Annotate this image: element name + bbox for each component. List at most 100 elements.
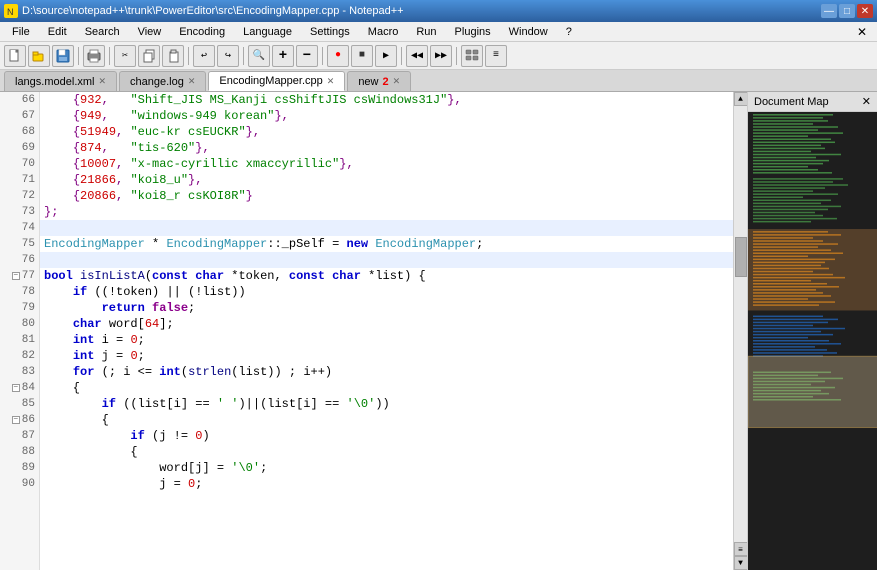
- tab-langs-model-xml[interactable]: langs.model.xml ✕: [4, 71, 117, 91]
- title-bar-buttons: — □ ✕: [821, 4, 873, 18]
- code-line-74: [40, 220, 733, 236]
- toolbar-separator-2: [109, 47, 110, 65]
- open-file-button[interactable]: [28, 45, 50, 67]
- line-numbers: 66 67 68 69 70 71 72: [0, 92, 40, 570]
- toolbar-separator-3: [188, 47, 189, 65]
- line-number-73: 73: [0, 204, 39, 220]
- macro-play-button[interactable]: ▶: [375, 45, 397, 67]
- code-line-75: EncodingMapper * EncodingMapper::_pSelf …: [40, 236, 733, 252]
- code-line-79: return false;: [40, 300, 733, 316]
- code-line-66: {932, "Shift_JIS MS_Kanji csShiftJIS csW…: [40, 92, 733, 108]
- code-line-85: if ((list[i] == ' ')||(list[i] == '\0')): [40, 396, 733, 412]
- cut-button[interactable]: ✂: [114, 45, 136, 67]
- code-line-89: word[j] = '\0';: [40, 460, 733, 476]
- copy-button[interactable]: [138, 45, 160, 67]
- next-btn[interactable]: ▶▶: [430, 45, 452, 67]
- tab-close-icon[interactable]: ✕: [327, 76, 335, 87]
- svg-text:N: N: [7, 7, 14, 17]
- toolbar-separator-7: [456, 47, 457, 65]
- line-number-77: − 77: [0, 268, 39, 284]
- macro-stop-button[interactable]: ■: [351, 45, 373, 67]
- line-number-82: 82: [0, 348, 39, 364]
- vertical-scrollbar[interactable]: ▲ ≡ ▼: [733, 92, 747, 570]
- line-number-79: 79: [0, 300, 39, 316]
- code-line-77: bool isInListA(const char *token, const …: [40, 268, 733, 284]
- line-number-87: 87: [0, 428, 39, 444]
- main-area: 66 67 68 69 70 71 72: [0, 92, 877, 570]
- fold-button-77[interactable]: −: [12, 272, 20, 280]
- code-line-84: {: [40, 380, 733, 396]
- document-map-title: Document Map: [754, 96, 829, 108]
- line-number-88: 88: [0, 444, 39, 460]
- tab-new[interactable]: new 2 ✕: [347, 71, 411, 91]
- document-map-content[interactable]: [748, 112, 877, 570]
- menu-search[interactable]: Search: [77, 24, 128, 40]
- line-number-81: 81: [0, 332, 39, 348]
- code-editor-content[interactable]: {932, "Shift_JIS MS_Kanji csShiftJIS csW…: [40, 92, 733, 570]
- scroll-track[interactable]: [734, 106, 747, 542]
- document-map-header: Document Map ✕: [748, 92, 877, 112]
- tab-label: EncodingMapper.cpp: [219, 75, 322, 87]
- tab-close-icon[interactable]: ✕: [393, 76, 401, 87]
- menu-run[interactable]: Run: [408, 24, 444, 40]
- zoom-in-button[interactable]: +: [272, 45, 294, 67]
- line-number-74: 74: [0, 220, 39, 236]
- macro-record-button[interactable]: ●: [327, 45, 349, 67]
- paste-button[interactable]: [162, 45, 184, 67]
- tab-close-icon[interactable]: ✕: [188, 76, 196, 87]
- menu-help[interactable]: ?: [558, 24, 580, 40]
- code-line-80: char word[64];: [40, 316, 733, 332]
- scroll-thumb[interactable]: [735, 237, 747, 277]
- toolbar: ✂ ↩ ↪ 🔍 + − ● ■ ▶ ◀◀ ▶▶ ≡: [0, 42, 877, 70]
- find-button[interactable]: 🔍: [248, 45, 270, 67]
- menu-file[interactable]: File: [4, 24, 38, 40]
- close-button[interactable]: ✕: [857, 4, 873, 18]
- line-number-71: 71: [0, 172, 39, 188]
- menu-view[interactable]: View: [130, 24, 170, 40]
- save-file-button[interactable]: [52, 45, 74, 67]
- menu-encoding[interactable]: Encoding: [171, 24, 233, 40]
- code-line-73: };: [40, 204, 733, 220]
- new-file-button[interactable]: [4, 45, 26, 67]
- undo-button[interactable]: ↩: [193, 45, 215, 67]
- tab-close-icon[interactable]: ✕: [98, 76, 106, 87]
- code-line-86: {: [40, 412, 733, 428]
- line-number-70: 70: [0, 156, 39, 172]
- extra-button[interactable]: ≡: [485, 45, 507, 67]
- code-line-88: {: [40, 444, 733, 460]
- line-number-67: 67: [0, 108, 39, 124]
- line-number-83: 83: [0, 364, 39, 380]
- line-number-85: 85: [0, 396, 39, 412]
- tab-change-log[interactable]: change.log ✕: [119, 71, 206, 91]
- maximize-button[interactable]: □: [839, 4, 855, 18]
- line-number-80: 80: [0, 316, 39, 332]
- scroll-grip[interactable]: ≡: [734, 542, 748, 556]
- code-line-72: {20866, "koi8_r csKOI8R"}: [40, 188, 733, 204]
- line-number-89: 89: [0, 460, 39, 476]
- document-map-close[interactable]: ✕: [862, 95, 871, 108]
- redo-button[interactable]: ↪: [217, 45, 239, 67]
- menu-plugins[interactable]: Plugins: [447, 24, 499, 40]
- scroll-up-arrow[interactable]: ▲: [734, 92, 748, 106]
- scroll-down-arrow[interactable]: ▼: [734, 556, 748, 570]
- fold-button-84[interactable]: −: [12, 384, 20, 392]
- settings-button[interactable]: [461, 45, 483, 67]
- menu-edit[interactable]: Edit: [40, 24, 75, 40]
- zoom-out-button[interactable]: −: [296, 45, 318, 67]
- menu-window[interactable]: Window: [501, 24, 556, 40]
- tab-label: new: [358, 76, 378, 88]
- menu-macro[interactable]: Macro: [360, 24, 407, 40]
- prev-btn[interactable]: ◀◀: [406, 45, 428, 67]
- menu-close[interactable]: ✕: [851, 25, 873, 39]
- menu-settings[interactable]: Settings: [302, 24, 358, 40]
- toolbar-separator-6: [401, 47, 402, 65]
- minimize-button[interactable]: —: [821, 4, 837, 18]
- menu-language[interactable]: Language: [235, 24, 300, 40]
- line-number-66: 66: [0, 92, 39, 108]
- tab-encoding-mapper[interactable]: EncodingMapper.cpp ✕: [208, 71, 345, 91]
- code-line-78: if ((!token) || (!list)): [40, 284, 733, 300]
- code-line-87: if (j != 0): [40, 428, 733, 444]
- fold-button-86[interactable]: −: [12, 416, 20, 424]
- code-container: 66 67 68 69 70 71 72: [0, 92, 747, 570]
- print-button[interactable]: [83, 45, 105, 67]
